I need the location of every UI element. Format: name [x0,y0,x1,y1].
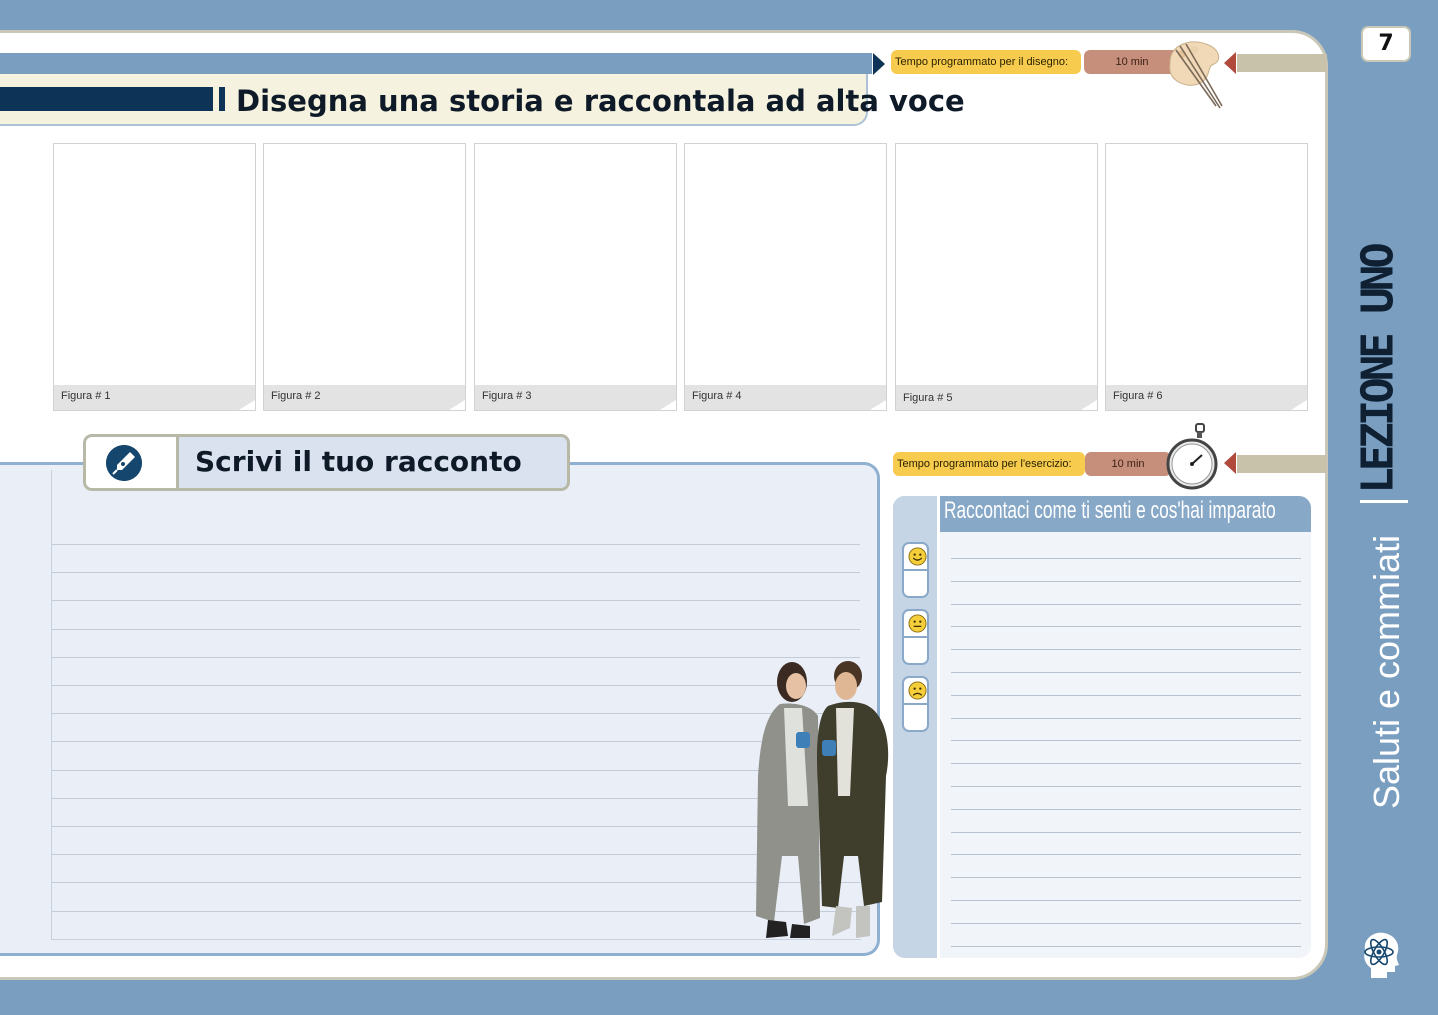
panel-caption: Figura # 2 [271,390,321,402]
lesson-subtitle: Saluti e commiati [1366,534,1407,810]
mood-checkbox-happy[interactable] [902,542,929,598]
writing-line [52,685,860,686]
feelings-line [951,900,1301,901]
feelings-title: Raccontaci come ti senti e cos'hai impar… [944,497,1276,524]
drawing-section-title: Disegna una storia e raccontala ad alta … [236,84,965,118]
exercise-time-value: 10 min [1085,452,1171,476]
feelings-line [951,694,1301,696]
panel-caption-bar: Figura # 6 [1106,385,1307,410]
arrow-right-icon [873,53,885,75]
feelings-line [951,717,1301,719]
writing-line [52,854,860,856]
feelings-line [951,786,1301,787]
lesson-label: LEZIONE UNO [1352,246,1404,494]
drawing-time-label: Tempo programmato per il disegno: [891,50,1081,74]
feelings-line [951,877,1301,879]
drawing-panel[interactable]: Figura # 5 [895,143,1098,411]
exercise-time-label: Tempo programmato per l'esercizio: [893,452,1085,476]
mood-checkbox-divider [904,636,927,638]
writing-section-title: Scrivi il tuo racconto [195,445,522,478]
panel-caption: Figura # 4 [692,390,742,402]
feelings-line [951,763,1301,765]
feelings-line [951,672,1301,673]
drawing-panel[interactable]: Figura # 3 [474,143,677,411]
feelings-line [951,740,1301,742]
arrow-left-icon [1224,452,1236,474]
mood-checkbox-divider [904,703,927,705]
mood-checkbox-neutral[interactable] [902,609,929,665]
panel-caption: Figura # 1 [61,390,111,402]
feelings-line [951,945,1301,947]
panel-caption: Figura # 3 [482,390,532,402]
title-top-bar [0,53,872,74]
panel-caption-bar: Figura # 3 [475,385,676,410]
writing-header-divider [176,437,179,488]
feelings-line [951,854,1301,856]
timer-gray-bar [1237,54,1327,72]
writing-line [52,769,860,771]
feelings-line [951,831,1301,833]
timer-gray-bar [1237,455,1327,473]
drawing-panel[interactable]: Figura # 6 [1105,143,1308,411]
title-stripe [219,87,225,111]
writing-line [52,910,860,912]
writing-line [52,544,860,545]
panel-caption-bar: Figura # 1 [54,385,255,410]
page-number: 7 [1361,26,1411,62]
sad-face-icon [908,681,927,700]
neutral-face-icon [908,614,927,633]
writing-line [52,600,860,602]
writing-line [52,656,860,658]
writing-line [52,572,860,574]
panel-caption-bar: Figura # 5 [896,385,1097,410]
writing-line [52,713,860,715]
story-writing-lines [51,470,861,940]
drawing-panel[interactable]: Figura # 2 [263,143,466,411]
writing-line [52,882,860,884]
palette-brushes-icon [1169,41,1223,109]
feelings-line [951,580,1301,582]
feelings-area[interactable] [893,496,1311,958]
drawing-panel[interactable]: Figura # 4 [684,143,887,411]
title-navy-bar [0,87,213,111]
feelings-line [951,603,1301,605]
lesson-separator [1360,500,1408,503]
mood-checkbox-divider [904,569,927,571]
feelings-line [951,649,1301,651]
writing-line [52,797,860,799]
mood-column-divider [937,496,940,958]
panel-caption-bar: Figura # 4 [685,385,886,410]
feelings-line [951,922,1301,924]
panel-caption-bar: Figura # 2 [264,385,465,410]
writing-line [52,741,860,743]
happy-face-icon [908,547,927,566]
writing-line [52,628,860,630]
feelings-line [951,558,1301,559]
feelings-line [951,808,1301,810]
pen-nib-icon [106,445,142,481]
couple-photo [756,661,889,938]
panel-caption: Figura # 5 [903,392,953,404]
stopwatch-icon [1166,423,1218,490]
panel-caption: Figura # 6 [1113,390,1163,402]
writing-line [52,826,860,827]
feelings-line [951,626,1301,628]
mood-checkbox-sad[interactable] [902,676,929,732]
drawing-panel[interactable]: Figura # 1 [53,143,256,411]
brain-atom-icon [1364,932,1399,978]
